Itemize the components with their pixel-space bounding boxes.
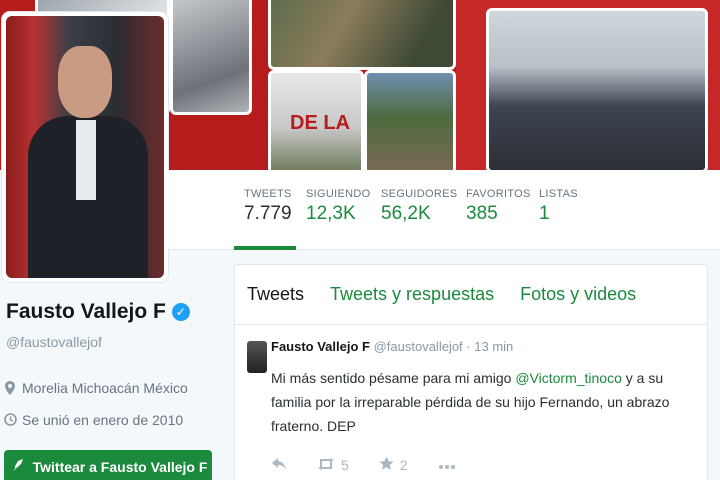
- profile-nav-bar: TWEETS 7.779 SIGUIENDO 12,3K SEGUIDORES …: [168, 170, 720, 250]
- tweet-item[interactable]: Fausto Vallejo F @faustovallejof · 13 mi…: [235, 325, 707, 474]
- stat-value: 56,2K: [381, 203, 431, 224]
- stat-followers[interactable]: SEGUIDORES 56,2K: [381, 188, 457, 225]
- stat-favorites[interactable]: FAVORITOS 385: [466, 188, 531, 225]
- avatar-shirt: [76, 120, 96, 200]
- banner-photo-3: [268, 0, 456, 70]
- banner-photo-5: [364, 70, 456, 170]
- banner-photo-2: [170, 0, 252, 115]
- verified-badge-icon: ✓: [171, 303, 190, 321]
- retweet-count: 5: [341, 457, 349, 473]
- banner-sign-text: DE LA: [290, 112, 350, 134]
- tab-tweets-and-replies[interactable]: Tweets y respuestas: [330, 284, 494, 305]
- location-pin-icon: [4, 381, 16, 395]
- stat-label: TWEETS: [244, 188, 292, 200]
- reply-icon: [271, 457, 287, 474]
- tweet-timestamp[interactable]: 13 min: [474, 339, 513, 354]
- stat-value: 7.779: [244, 203, 292, 224]
- profile-name-row: Fausto Vallejo F ✓: [6, 300, 190, 324]
- profile-location: Morelia Michoacán México: [4, 380, 188, 396]
- tweet-to-button[interactable]: Twittear a Fausto Vallejo F: [4, 450, 212, 480]
- banner-photo-6: [486, 8, 708, 170]
- profile-name[interactable]: Fausto Vallejo F: [6, 300, 166, 324]
- more-button[interactable]: [438, 457, 456, 473]
- timeline-tabs: Tweets Tweets y respuestas Fotos y video…: [235, 265, 707, 325]
- tweet-text: Mi más sentido pésame para mi amigo @Vic…: [271, 366, 691, 438]
- tweet-separator: ·: [466, 339, 471, 354]
- tweet-actions: 5 2: [271, 456, 695, 474]
- star-icon: [379, 456, 394, 474]
- stat-tweets[interactable]: TWEETS 7.779: [234, 188, 296, 250]
- stat-label: SIGUIENDO: [306, 188, 371, 200]
- reply-button[interactable]: [271, 457, 287, 474]
- tab-photos-and-videos[interactable]: Fotos y videos: [520, 284, 636, 305]
- stat-label: LISTAS: [539, 188, 578, 200]
- stat-label: SEGUIDORES: [381, 188, 458, 200]
- avatar-head: [58, 46, 112, 118]
- stat-value: 12,3K: [306, 203, 356, 224]
- stat-value: 385: [466, 203, 498, 224]
- timeline-card: Tweets Tweets y respuestas Fotos y video…: [234, 264, 708, 480]
- tweet-avatar[interactable]: [247, 341, 267, 373]
- tab-tweets[interactable]: Tweets: [247, 284, 304, 305]
- location-text: Morelia Michoacán México: [22, 380, 188, 396]
- stat-value: 1: [539, 203, 550, 224]
- profile-handle[interactable]: @faustovallejof: [6, 334, 102, 350]
- stat-following[interactable]: SIGUIENDO 12,3K: [306, 188, 370, 225]
- profile-avatar-frame[interactable]: [2, 12, 168, 282]
- tweet-mention-link[interactable]: @Victorm_tinoco: [515, 370, 622, 386]
- tweet-to-label: Twittear a Fausto Vallejo F: [32, 459, 208, 475]
- tweet-author-name[interactable]: Fausto Vallejo F: [271, 339, 370, 354]
- stat-lists[interactable]: LISTAS 1: [539, 188, 578, 225]
- avatar: [6, 16, 164, 278]
- retweet-button[interactable]: 5: [317, 457, 349, 474]
- clock-icon: [4, 413, 17, 427]
- retweet-icon: [317, 457, 335, 474]
- tweet-author-handle[interactable]: @faustovallejof: [374, 339, 463, 354]
- favorite-button[interactable]: 2: [379, 456, 408, 474]
- stat-label: FAVORITOS: [466, 188, 531, 200]
- tweet-text-part: Mi más sentido pésame para mi amigo: [271, 370, 516, 386]
- quill-icon: [9, 458, 25, 477]
- profile-joined: Se unió en enero de 2010: [4, 412, 183, 428]
- more-icon: [438, 457, 456, 473]
- joined-text: Se unió en enero de 2010: [22, 412, 184, 428]
- tweet-header: Fausto Vallejo F @faustovallejof · 13 mi…: [271, 339, 695, 354]
- favorite-count: 2: [399, 457, 408, 473]
